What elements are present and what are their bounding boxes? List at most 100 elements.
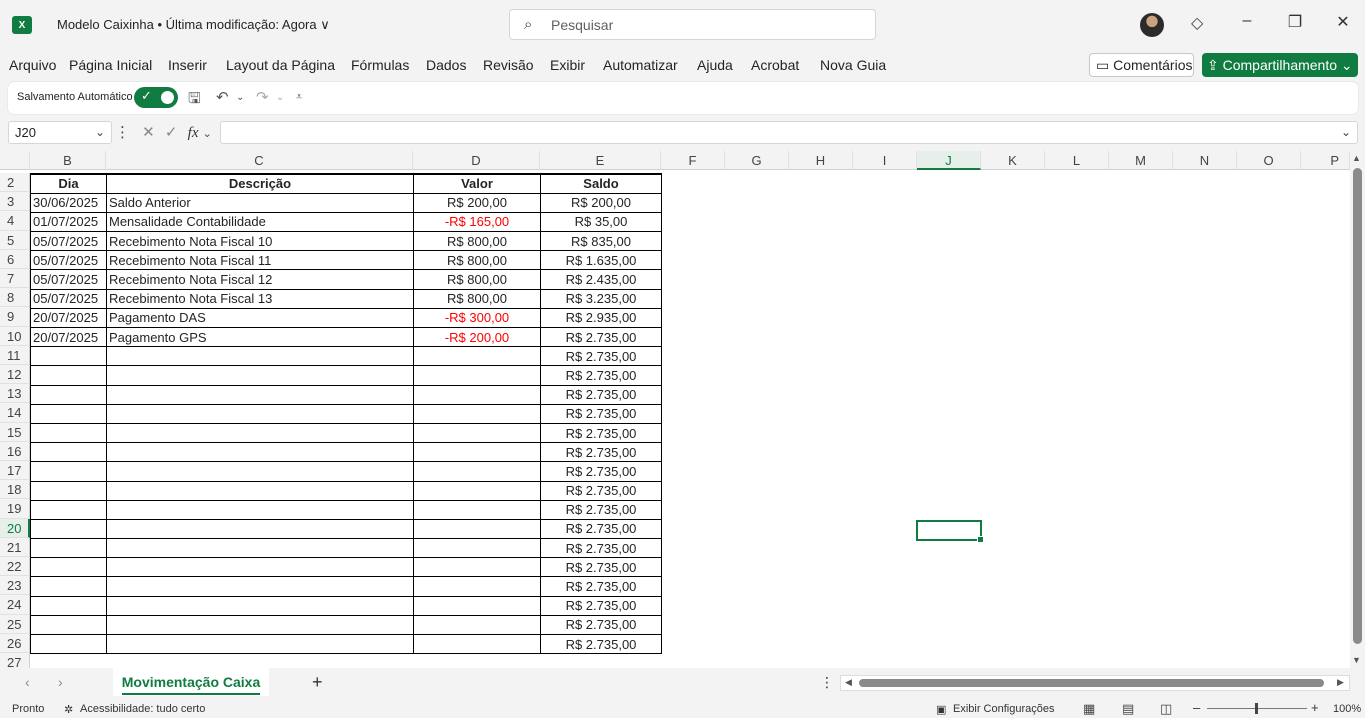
cell-descricao[interactable]: Saldo Anterior xyxy=(106,192,414,213)
header-descricao[interactable]: Descrição xyxy=(106,172,414,194)
cell-descricao[interactable] xyxy=(106,518,414,540)
row-header[interactable]: 7 xyxy=(0,269,30,289)
cell-valor[interactable]: -R$ 200,00 xyxy=(413,326,541,348)
row-header[interactable]: 13 xyxy=(0,384,30,404)
cell-valor[interactable] xyxy=(413,480,541,501)
row-header[interactable]: 14 xyxy=(0,403,30,423)
cell-descricao[interactable] xyxy=(106,595,414,616)
display-settings-icon[interactable]: ▣ xyxy=(936,703,946,716)
row-header[interactable]: 4 xyxy=(0,211,30,231)
cell-descricao[interactable] xyxy=(106,384,414,405)
cell-descricao[interactable]: Mensalidade Contabilidade xyxy=(106,211,414,233)
share-button[interactable]: ⇪ Compartilhamento ⌄ xyxy=(1202,53,1358,77)
document-title[interactable]: Modelo Caixinha • Última modificação: Ag… xyxy=(57,17,330,33)
horizontal-scroll-thumb[interactable] xyxy=(859,679,1324,687)
cell-valor[interactable]: R$ 800,00 xyxy=(413,288,541,309)
row-header[interactable]: 24 xyxy=(0,595,30,615)
zoom-out-icon[interactable]: – xyxy=(1193,700,1200,715)
expand-formula-icon[interactable]: ⌄ xyxy=(1341,125,1351,139)
row-header[interactable]: 9 xyxy=(0,307,30,327)
cell-descricao[interactable] xyxy=(106,538,414,559)
row-header[interactable]: 8 xyxy=(0,288,30,308)
menu-formulas[interactable]: Fórmulas xyxy=(351,57,409,73)
header-saldo[interactable]: Saldo xyxy=(540,172,662,194)
cell-descricao[interactable]: Recebimento Nota Fiscal 12 xyxy=(106,269,414,290)
cell-descricao[interactable] xyxy=(106,614,414,636)
page-layout-view-icon[interactable]: ▤ xyxy=(1122,701,1134,717)
search-input[interactable]: ⌕ Pesquisar xyxy=(509,9,876,40)
menu-nova-guia[interactable]: Nova Guia xyxy=(820,57,886,73)
column-header-selected[interactable]: J xyxy=(917,151,981,170)
column-header[interactable]: O xyxy=(1237,151,1301,170)
cell-dia[interactable] xyxy=(30,480,107,501)
cell-descricao[interactable] xyxy=(106,346,414,367)
next-sheet-icon[interactable]: › xyxy=(58,674,63,690)
cell-descricao[interactable] xyxy=(106,499,414,520)
cell-saldo[interactable]: R$ 2.435,00 xyxy=(540,269,662,290)
cell-saldo[interactable]: R$ 2.735,00 xyxy=(540,384,662,405)
cell-saldo[interactable]: R$ 2.735,00 xyxy=(540,633,662,655)
zoom-in-icon[interactable]: + xyxy=(1311,700,1319,715)
cell-dia[interactable]: 20/07/2025 xyxy=(30,307,107,329)
cell-dia[interactable]: 20/07/2025 xyxy=(30,326,107,348)
column-header[interactable]: P xyxy=(1301,151,1350,170)
cell-dia[interactable] xyxy=(30,365,107,386)
cell-saldo[interactable]: R$ 2.735,00 xyxy=(540,480,662,501)
cell-dia[interactable]: 05/07/2025 xyxy=(30,250,107,271)
cell-saldo[interactable]: R$ 3.235,00 xyxy=(540,288,662,309)
cell-saldo[interactable]: R$ 2.935,00 xyxy=(540,307,662,329)
vertical-scroll-thumb[interactable] xyxy=(1353,168,1362,644)
cell-dia[interactable] xyxy=(30,461,107,482)
column-header[interactable]: B xyxy=(30,151,106,170)
cell-dia[interactable] xyxy=(30,384,107,405)
column-header[interactable]: L xyxy=(1045,151,1109,170)
cell-descricao[interactable]: Recebimento Nota Fiscal 11 xyxy=(106,250,414,271)
sheet-tab-movimentacao-caixa[interactable]: Movimentação Caixa xyxy=(113,668,269,696)
menu-ajuda[interactable]: Ajuda xyxy=(697,57,733,73)
menu-arquivo[interactable]: Arquivo xyxy=(9,57,56,73)
menu-layout-da-pagina[interactable]: Layout da Página xyxy=(226,57,335,73)
row-header[interactable]: 27 xyxy=(0,653,30,668)
cell-descricao[interactable] xyxy=(106,480,414,501)
comments-button[interactable]: ▭ Comentários xyxy=(1089,53,1194,77)
cell-dia[interactable] xyxy=(30,442,107,463)
row-header[interactable]: 6 xyxy=(0,249,30,269)
cell-valor[interactable]: R$ 800,00 xyxy=(413,250,541,271)
cell-dia[interactable] xyxy=(30,595,107,616)
minimize-icon[interactable]: – xyxy=(1232,12,1262,30)
column-header[interactable]: H xyxy=(789,151,853,170)
column-header[interactable]: D xyxy=(413,151,540,170)
row-header[interactable]: 25 xyxy=(0,614,30,634)
cell-saldo[interactable]: R$ 2.735,00 xyxy=(540,518,662,540)
row-header[interactable]: 22 xyxy=(0,557,30,577)
cell-valor[interactable] xyxy=(413,422,541,444)
cell-valor[interactable] xyxy=(413,499,541,520)
cell-saldo[interactable]: R$ 200,00 xyxy=(540,192,662,213)
column-header[interactable]: I xyxy=(853,151,917,170)
cell-descricao[interactable] xyxy=(106,557,414,578)
cell-dia[interactable]: 01/07/2025 xyxy=(30,211,107,233)
cell-descricao[interactable] xyxy=(106,403,414,424)
cell-dia[interactable] xyxy=(30,557,107,578)
cell-dia[interactable]: 30/06/2025 xyxy=(30,192,107,213)
row-header[interactable]: 12 xyxy=(0,365,30,385)
cell-valor[interactable] xyxy=(413,557,541,578)
cell-valor[interactable] xyxy=(413,576,541,597)
menu-automatizar[interactable]: Automatizar xyxy=(603,57,678,73)
horizontal-scrollbar[interactable]: ◀ ▶ xyxy=(840,675,1350,691)
cell-dia[interactable] xyxy=(30,633,107,655)
cell-valor[interactable]: R$ 800,00 xyxy=(413,231,541,252)
header-dia[interactable]: Dia xyxy=(30,172,107,194)
scroll-left-icon[interactable]: ◀ xyxy=(845,677,852,688)
cell-descricao[interactable] xyxy=(106,442,414,463)
accessibility-status[interactable]: Acessibilidade: tudo certo xyxy=(80,703,205,715)
cell-valor[interactable] xyxy=(413,384,541,405)
cell-valor[interactable]: -R$ 300,00 xyxy=(413,307,541,329)
select-all-corner[interactable] xyxy=(0,151,30,170)
add-sheet-icon[interactable]: + xyxy=(312,672,323,693)
cell-valor[interactable] xyxy=(413,538,541,559)
cell-saldo[interactable]: R$ 2.735,00 xyxy=(540,538,662,559)
row-header[interactable]: 21 xyxy=(0,537,30,557)
cell-saldo[interactable]: R$ 2.735,00 xyxy=(540,499,662,520)
restore-icon[interactable]: ❐ xyxy=(1280,12,1310,32)
